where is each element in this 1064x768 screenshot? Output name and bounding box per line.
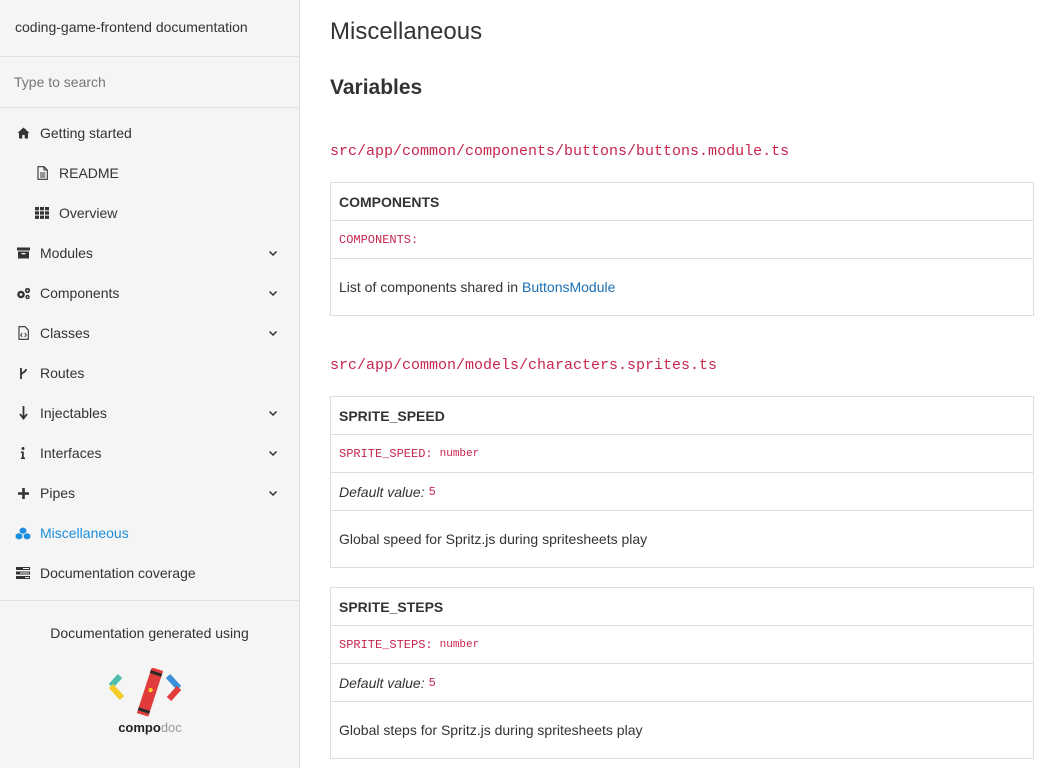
cubes-icon (15, 525, 31, 541)
sidebar-item-components[interactable]: Components (0, 273, 299, 313)
plus-icon (15, 485, 31, 501)
variable-name: SPRITE_STEPS (339, 598, 444, 615)
archive-icon (15, 245, 31, 261)
file-icon (34, 165, 50, 181)
chevron-down-icon[interactable] (267, 247, 279, 259)
sidebar-menu: Getting started README Overview Modules (0, 108, 299, 593)
file-code-icon (15, 325, 31, 341)
search-input[interactable] (14, 74, 285, 90)
default-label: Default value: (339, 674, 425, 691)
chevron-down-icon[interactable] (267, 287, 279, 299)
sidebar-item-label: Overview (59, 205, 118, 221)
variable-description: List of components shared in ButtonsModu… (331, 258, 1033, 315)
signature-text: COMPONENTS: (339, 232, 419, 247)
sidebar-item-documentation-coverage[interactable]: Documentation coverage (0, 553, 299, 593)
arrow-down-icon (15, 405, 31, 421)
description-text: Global speed for Spritz.js during sprite… (339, 531, 648, 547)
default-value: 5 (428, 484, 436, 499)
chevron-down-icon[interactable] (267, 327, 279, 339)
file-path: src/app/common/components/buttons/button… (330, 143, 790, 160)
cogs-icon (15, 285, 31, 301)
variable-default: Default value: 5 (331, 663, 1033, 701)
sidebar-item-label: Components (40, 285, 120, 301)
variable-signature: SPRITE_STEPS: number (331, 625, 1033, 663)
sidebar-title[interactable]: coding-game-frontend documentation (0, 0, 299, 57)
sidebar-item-label: Classes (40, 325, 90, 341)
default-label: Default value: (339, 483, 425, 500)
chevron-down-icon[interactable] (267, 407, 279, 419)
home-icon (15, 125, 31, 141)
compodoc-logo-text: compodoc (118, 720, 182, 735)
variable-name: SPRITE_SPEED (339, 407, 445, 424)
sidebar-item-label: Routes (40, 365, 85, 381)
variable-description: Global steps for Spritz.js during sprite… (331, 701, 1033, 758)
search-box (0, 57, 299, 108)
sidebar-item-label: Miscellaneous (40, 525, 129, 541)
sidebar-item-classes[interactable]: Classes (0, 313, 299, 353)
page-title: Miscellaneous (330, 18, 483, 45)
sidebar-item-label: Documentation coverage (40, 565, 196, 581)
sidebar-item-overview[interactable]: Overview (0, 193, 299, 233)
sidebar-item-readme[interactable]: README (0, 153, 299, 193)
chevron-down-icon[interactable] (267, 487, 279, 499)
code-fork-icon (15, 365, 31, 381)
sidebar-item-getting-started[interactable]: Getting started (0, 113, 299, 153)
section-title-variables: Variables (330, 76, 423, 99)
variable-table-sprite-speed: SPRITE_SPEED SPRITE_SPEED: number Defaul… (330, 396, 1034, 568)
sidebar-item-label: Pipes (40, 485, 76, 501)
signature-text: SPRITE_SPEED: (339, 446, 433, 461)
variable-default: Default value: 5 (331, 472, 1033, 510)
tasks-icon (15, 565, 31, 581)
chevron-down-icon[interactable] (267, 447, 279, 459)
default-value: 5 (428, 675, 436, 690)
variable-table-sprite-steps: SPRITE_STEPS SPRITE_STEPS: number Defaul… (330, 587, 1034, 759)
signature-text: SPRITE_STEPS: (339, 637, 433, 652)
sidebar-item-routes[interactable]: Routes (0, 353, 299, 393)
sidebar-item-injectables[interactable]: Injectables (0, 393, 299, 433)
sidebar-item-interfaces[interactable]: Interfaces (0, 433, 299, 473)
sidebar-item-label: README (59, 165, 119, 181)
sidebar-item-label: Modules (40, 245, 93, 261)
file-path: src/app/common/models/characters.sprites… (330, 357, 718, 374)
description-text: Global steps for Spritz.js during sprite… (339, 722, 643, 738)
sidebar-item-label: Injectables (40, 405, 107, 421)
sidebar-item-pipes[interactable]: Pipes (0, 473, 299, 513)
sidebar-item-modules[interactable]: Modules (0, 233, 299, 273)
variable-signature: COMPONENTS: (331, 220, 1033, 258)
variable-type: number (439, 638, 480, 651)
variable-signature: SPRITE_SPEED: number (331, 434, 1033, 472)
generated-using-text: Documentation generated using (50, 625, 249, 641)
description-text: List of components shared in (339, 279, 518, 295)
variable-description: Global speed for Spritz.js during sprite… (331, 510, 1033, 567)
buttons-module-link[interactable]: ButtonsModule (522, 279, 615, 295)
grid-icon (34, 205, 50, 221)
sidebar: coding-game-frontend documentation Getti… (0, 0, 300, 768)
variable-table-components: COMPONENTS COMPONENTS: List of component… (330, 182, 1034, 316)
sidebar-item-label: Getting started (40, 125, 132, 141)
sidebar-item-label: Interfaces (40, 445, 102, 461)
sidebar-item-miscellaneous[interactable]: Miscellaneous (0, 513, 299, 553)
info-icon (15, 445, 31, 461)
sidebar-divider (0, 600, 299, 601)
variable-name: COMPONENTS (339, 193, 440, 210)
variable-type: number (439, 447, 480, 460)
